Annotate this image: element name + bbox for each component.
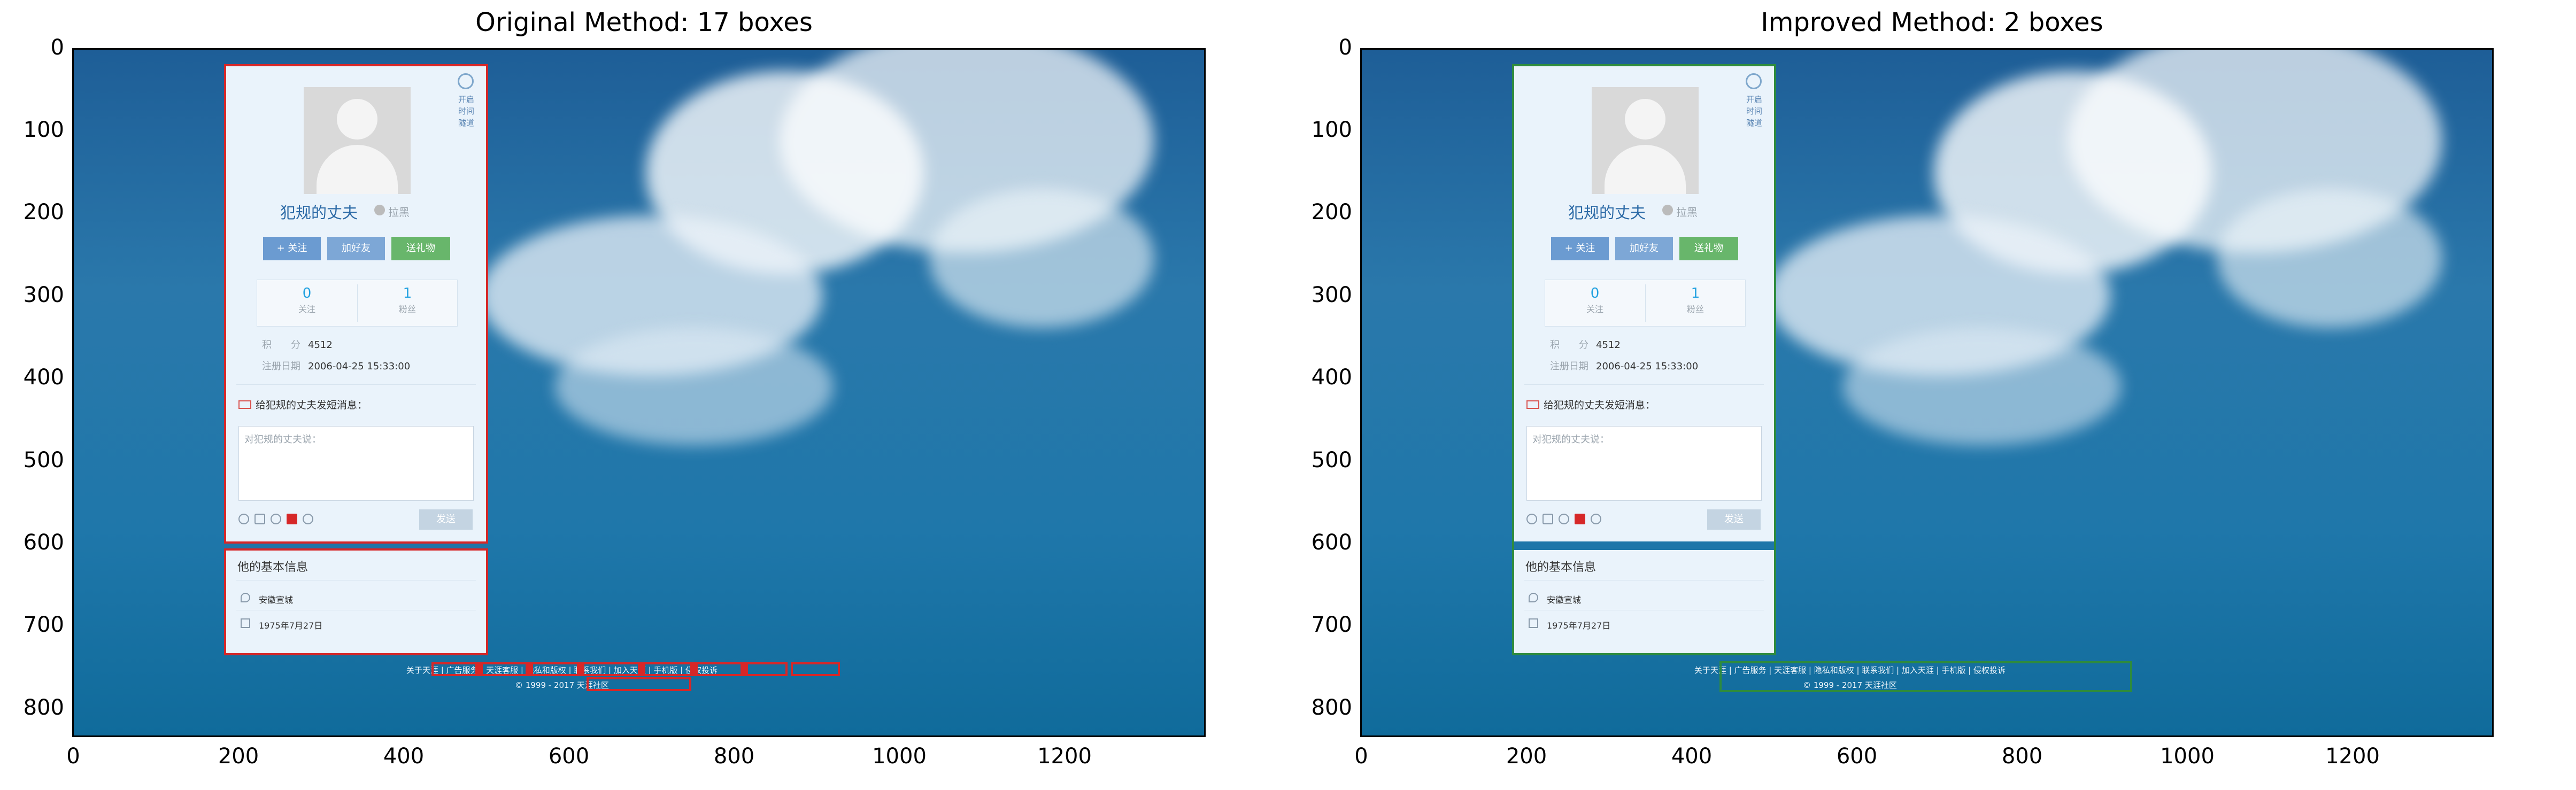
image-axes: 开启 时间 隧道 犯规的丈夫 拉黑 + 关注 加好友 送礼物 0 关注 1 粉丝… [1360,48,2494,737]
panel-title: Improved Method: 2 boxes [1761,7,2103,37]
panel-title: Original Method: 17 boxes [475,7,813,37]
detection-box [579,662,583,676]
detection-box [224,548,488,655]
detection-box [431,662,477,676]
y-tick-label: 800 [23,695,64,720]
detection-box [531,662,579,676]
x-tick-label: 600 [548,744,590,769]
x-tick-label: 600 [1836,744,1878,769]
x-tick-label: 0 [66,744,80,769]
y-tick-label: 700 [1311,613,1352,637]
x-tick-label: 400 [1671,744,1713,769]
x-tick-label: 1200 [1037,744,1092,769]
y-tick-label: 0 [50,35,64,60]
detection-box [1512,64,1776,655]
x-tick-label: 800 [2001,744,2043,769]
panel-improved: Improved Method: 2 boxes 0 100 200 300 4… [1288,0,2576,790]
x-tick-label: 800 [713,744,755,769]
detection-box [692,662,697,676]
y-tick-label: 500 [1311,448,1352,473]
detection-box [696,662,743,676]
x-tick-label: 200 [218,744,259,769]
y-tick-label: 400 [23,365,64,390]
x-tick-label: 1000 [872,744,927,769]
y-tick-label: 300 [1311,283,1352,307]
cloud [1843,328,2121,445]
detection-box [640,662,644,676]
detection-box [746,662,788,676]
x-tick-label: 400 [383,744,425,769]
x-tick-label: 1200 [2325,744,2380,769]
y-tick-label: 500 [23,448,64,473]
image-axes: 开启 时间 隧道 犯规的丈夫 拉黑 + 关注 加好友 送礼物 0 关注 1 粉丝… [72,48,1206,737]
detection-box [643,662,692,676]
y-tick-label: 700 [23,613,64,637]
x-tick-label: 0 [1354,744,1368,769]
detection-box [791,662,840,676]
y-tick-label: 200 [1311,200,1352,224]
y-tick-label: 200 [23,200,64,224]
cloud [929,189,1154,328]
y-tick-label: 800 [1311,695,1352,720]
detection-box [528,662,532,676]
y-tick-label: 600 [1311,530,1352,555]
y-tick-label: 400 [1311,365,1352,390]
y-tick-label: 600 [23,530,64,555]
y-tick-label: 300 [23,283,64,307]
cloud [2217,189,2442,328]
x-tick-label: 1000 [2160,744,2215,769]
detection-box [224,64,488,544]
detection-box [481,662,528,676]
detection-box [1719,661,2132,692]
detection-box [743,662,747,676]
x-tick-label: 200 [1506,744,1547,769]
y-tick-label: 100 [23,118,64,142]
y-tick-label: 0 [1338,35,1352,60]
cloud [555,328,833,445]
panel-original: Original Method: 17 boxes 0 100 200 300 … [0,0,1288,790]
y-tick-label: 100 [1311,118,1352,142]
detection-box [477,662,482,676]
detection-box [587,677,691,691]
detection-box [582,662,640,676]
